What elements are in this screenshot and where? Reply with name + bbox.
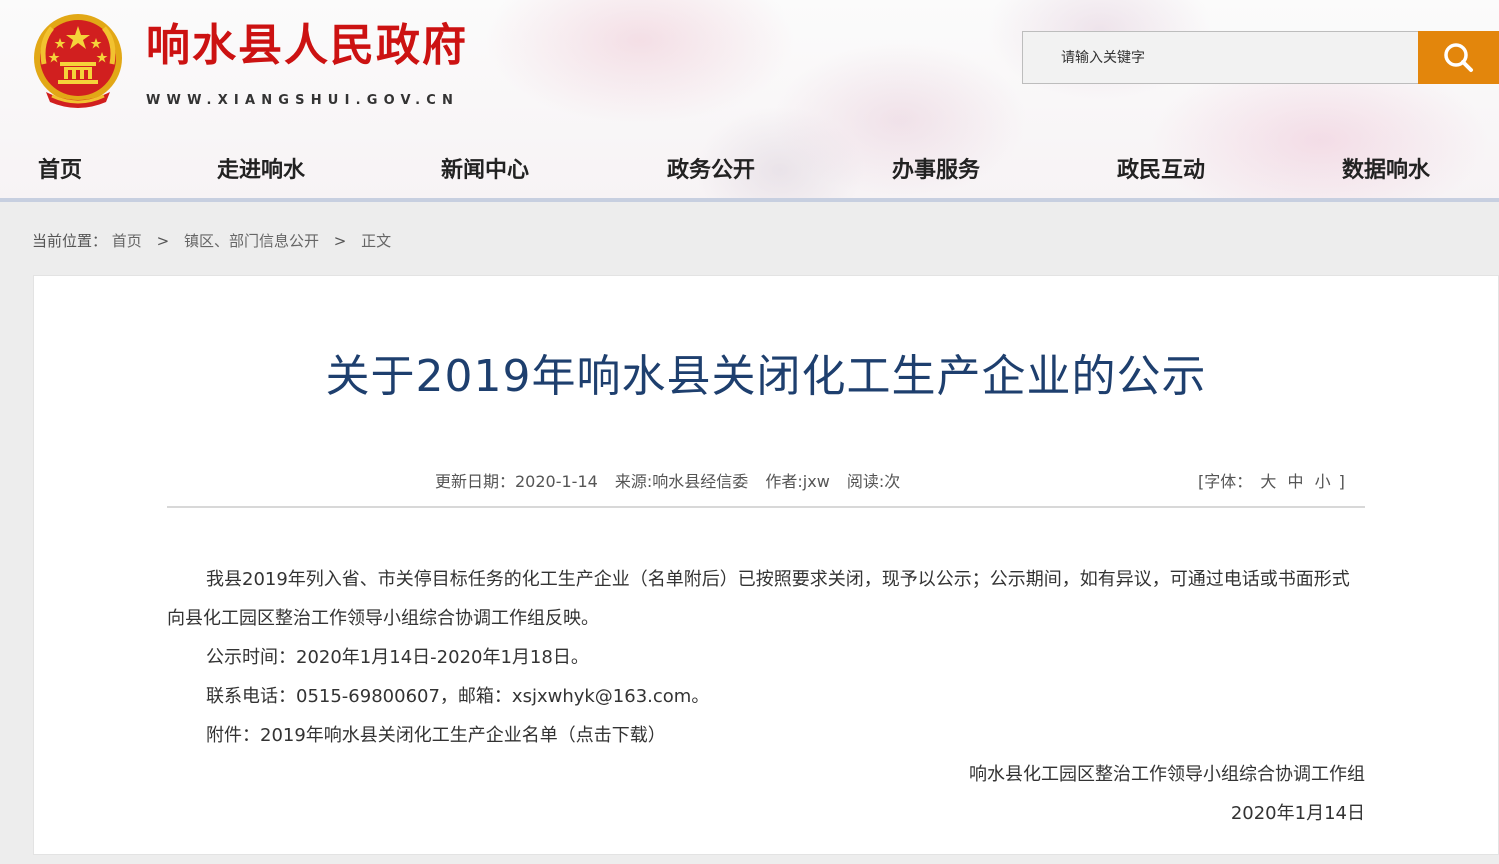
search-button[interactable] xyxy=(1418,31,1499,84)
breadcrumb-department[interactable]: 镇区、部门信息公开 xyxy=(184,232,319,250)
breadcrumb-label: 当前位置： xyxy=(32,232,108,250)
font-size-large-button[interactable]: 大 xyxy=(1260,472,1276,491)
read-count: 阅读:次 xyxy=(846,472,901,491)
signature-date: 2020年1月14日 xyxy=(1230,803,1365,824)
site-title[interactable]: 响水县人民政府 xyxy=(146,24,468,68)
font-size-small-button[interactable]: 小 xyxy=(1315,472,1331,491)
breadcrumb-separator: > xyxy=(156,232,170,250)
title-divider xyxy=(167,506,1365,508)
source: 来源:响水县经信委 xyxy=(614,472,749,491)
body-paragraph: 我县2019年列入省、市关停目标任务的化工生产企业（名单附后）已按照要求关闭，现… xyxy=(167,569,1350,629)
nav-item-news[interactable]: 新闻中心 xyxy=(441,152,529,184)
publicity-period: 公示时间：2020年1月14日-2020年1月18日。 xyxy=(206,647,589,668)
search-input[interactable] xyxy=(1022,31,1418,84)
search-icon xyxy=(1444,43,1473,72)
nav-divider xyxy=(0,198,1499,202)
article-title: 关于2019年响水县关闭化工生产企业的公示 xyxy=(325,351,1207,402)
nav-item-services[interactable]: 办事服务 xyxy=(892,152,980,184)
font-size-prefix: [字体： xyxy=(1198,472,1253,491)
nav-item-home[interactable]: 首页 xyxy=(38,152,82,184)
contact-info: 联系电话：0515-69800607，邮箱：xsjxwhyk@163.com。 xyxy=(206,686,710,707)
article-body: 我县2019年列入省、市关停目标任务的化工生产企业（名单附后）已按照要求关闭，现… xyxy=(167,560,1367,833)
main-nav: 首页 走进响水 新闻中心 政务公开 办事服务 政民互动 数据响水 xyxy=(0,136,1499,198)
breadcrumb-separator: > xyxy=(333,232,347,250)
font-size-medium-button[interactable]: 中 xyxy=(1287,472,1303,491)
breadcrumb-current: 正文 xyxy=(361,232,392,250)
font-size-control: [字体： 大 中 小 ] xyxy=(1198,468,1345,492)
nav-item-data[interactable]: 数据响水 xyxy=(1342,152,1430,184)
nav-item-interaction[interactable]: 政民互动 xyxy=(1117,152,1205,184)
breadcrumb-home[interactable]: 首页 xyxy=(112,232,142,250)
nav-item-gov-affairs[interactable]: 政务公开 xyxy=(667,152,755,184)
article-meta: 更新日期：2020-1-14 来源:响水县经信委 作者:jxw 阅读:次 xyxy=(435,468,912,492)
breadcrumb: 当前位置： 首页 > 镇区、部门信息公开 > 正文 xyxy=(32,230,391,251)
author: 作者:jxw xyxy=(765,472,830,491)
font-size-suffix: ] xyxy=(1338,472,1345,491)
nav-item-about[interactable]: 走进响水 xyxy=(217,152,305,184)
update-date: 更新日期：2020-1-14 xyxy=(435,472,598,491)
site-url[interactable]: WWW.XIANGSHUI.GOV.CN xyxy=(146,93,459,108)
attachment-link[interactable]: 附件：2019年响水县关闭化工生产企业名单（点击下载） xyxy=(167,716,1367,755)
national-emblem-icon xyxy=(34,14,122,108)
signature-org: 响水县化工园区整治工作领导小组综合协调工作组 xyxy=(969,764,1365,785)
